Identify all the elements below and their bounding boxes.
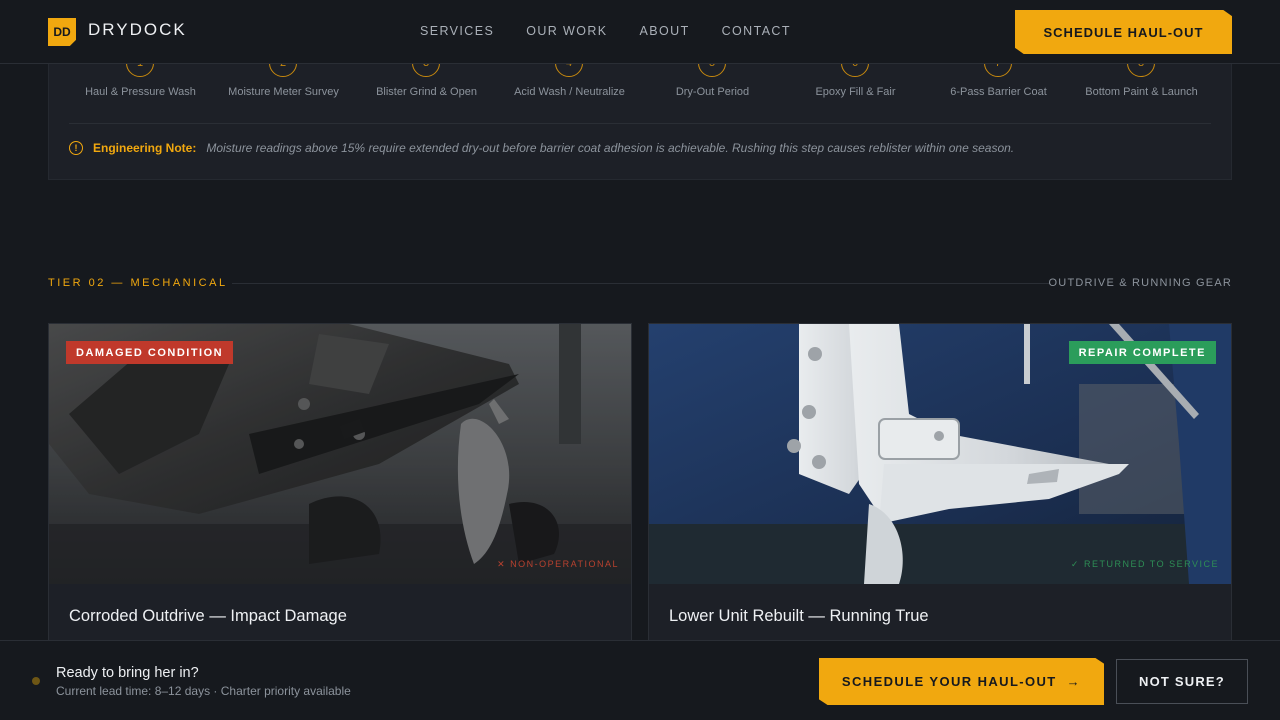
nav-link-contact[interactable]: CONTACT [722,24,791,38]
lead-time-text: Current lead time: 8–12 days · Charter p… [56,684,351,698]
status-dot-icon [32,677,40,685]
info-icon: ! [69,141,83,155]
cta-label: SCHEDULE YOUR HAUL-OUT [841,674,1057,689]
tier-subtitle: OUTDRIVE & RUNNING GEAR [1048,277,1232,289]
step-label: Epoxy Fill & Fair [815,86,896,98]
nav-link-services[interactable]: SERVICES [420,24,494,38]
note-text: Moisture readings above 15% require exte… [206,141,1015,155]
corroded-outdrive-photo: DAMAGED CONDITION ✕ NON-OPERATIONAL [49,324,631,584]
nav-link-our-work[interactable]: OUR WORK [526,24,607,38]
not-sure-button[interactable]: NOT SURE? [1116,659,1248,704]
engineering-note: ! Engineering Note: Moisture readings ab… [69,141,1014,155]
note-label: Engineering Note: [93,141,197,155]
cta-heading: Ready to bring her in? [56,665,199,681]
step-label: Dry-Out Period [675,86,750,98]
logo-mark[interactable]: DD [48,18,76,46]
status-caption-non-operational: ✕ NON-OPERATIONAL [497,559,619,569]
step-label: Haul & Pressure Wash [85,86,196,98]
step-label: Acid Wash / Neutralize [514,86,625,98]
panel-divider [69,123,1211,124]
tier-label: TIER 02 — MECHANICAL [48,277,228,289]
step-label: Bottom Paint & Launch [1085,86,1198,98]
status-badge-repaired: REPAIR COMPLETE [1068,341,1216,364]
card-title: Corroded Outdrive — Impact Damage [69,607,347,625]
step-label: Blister Grind & Open [376,86,477,98]
logo-text[interactable]: DRYDOCK [88,20,187,40]
arrow-right-icon: → [1066,674,1082,689]
schedule-your-haul-out-button[interactable]: SCHEDULE YOUR HAUL-OUT → [819,658,1104,705]
main-menu: SERVICES OUR WORK ABOUT CONTACT [420,24,791,38]
case-card-after[interactable]: REPAIR COMPLETE ✓ RETURNED TO SERVICE Lo… [648,323,1232,653]
nav-link-about[interactable]: ABOUT [640,24,690,38]
tier-divider [232,283,1050,284]
status-badge-damaged: DAMAGED CONDITION [66,341,234,364]
sticky-cta-bar: Ready to bring her in? Current lead time… [0,640,1280,720]
top-nav: DD DRYDOCK SERVICES OUR WORK ABOUT CONTA… [0,0,1280,64]
step-label: 6-Pass Barrier Coat [950,86,1047,98]
case-card-before[interactable]: DAMAGED CONDITION ✕ NON-OPERATIONAL Corr… [48,323,632,653]
rebuilt-lower-unit-photo: REPAIR COMPLETE ✓ RETURNED TO SERVICE [649,324,1231,584]
card-title: Lower Unit Rebuilt — Running True [669,607,929,625]
schedule-haul-out-button[interactable]: SCHEDULE HAUL-OUT [1015,10,1232,54]
step-label: Moisture Meter Survey [228,86,339,98]
status-caption-returned: ✓ RETURNED TO SERVICE [1070,559,1219,569]
